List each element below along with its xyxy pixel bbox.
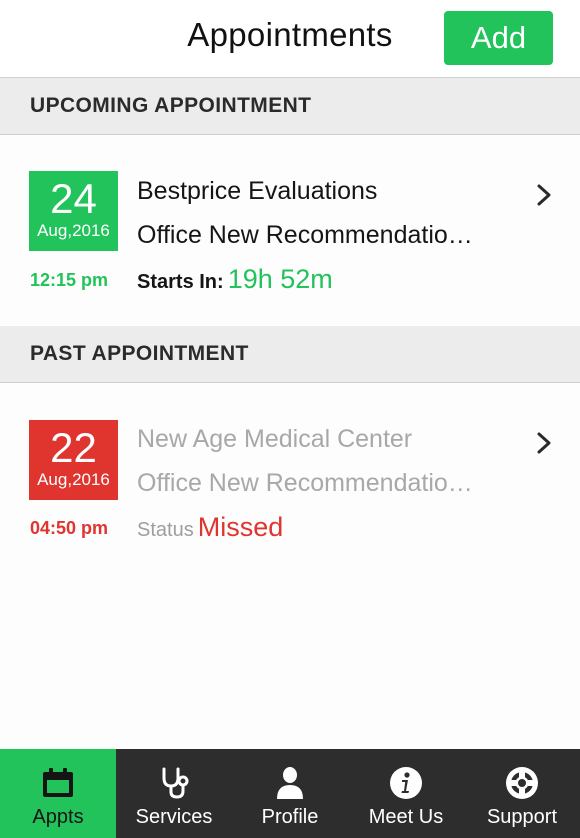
tab-label: Support: [486, 806, 558, 828]
appointment-time: 12:15 pm: [30, 270, 109, 290]
lifebuoy-icon: [505, 765, 539, 801]
tab-support[interactable]: Support: [464, 749, 580, 838]
appointment-provider: New Age Medical Center: [137, 425, 413, 453]
appointment-day: 24: [50, 175, 97, 222]
upcoming-appointment-row[interactable]: 24 Aug,2016 12:15 pm Bestprice Evaluatio…: [0, 135, 580, 326]
calendar-icon: [41, 765, 75, 801]
add-appointment-button[interactable]: Add: [444, 11, 553, 65]
tab-label: Appts: [32, 806, 84, 828]
appointment-countdown: Starts In: 19h 52m: [137, 264, 333, 295]
tab-services[interactable]: Services: [116, 749, 232, 838]
tab-label: Services: [135, 806, 213, 828]
tab-label: Profile: [261, 806, 319, 828]
info-icon: [389, 765, 423, 801]
appointment-date-badge: 22 Aug,2016: [29, 420, 118, 500]
appointment-day: 22: [50, 424, 97, 471]
appointment-date-badge: 24 Aug,2016: [29, 171, 118, 251]
appointment-month-year: Aug,2016: [37, 470, 110, 489]
appointment-description: Office New Recommendatio…: [137, 469, 473, 497]
tab-appts[interactable]: Appts: [0, 749, 116, 838]
person-icon: [276, 765, 304, 801]
appointment-month-year: Aug,2016: [37, 221, 110, 240]
status-value: Missed: [197, 512, 284, 542]
chevron-right-icon: [537, 432, 551, 454]
past-section-header: PAST APPOINTMENT: [0, 326, 580, 383]
appointment-provider: Bestprice Evaluations: [137, 177, 378, 205]
appointment-time: 04:50 pm: [30, 518, 109, 538]
stethoscope-icon: [159, 765, 189, 801]
appointment-status: Status Missed: [137, 512, 283, 543]
tab-profile[interactable]: Profile: [232, 749, 348, 838]
appointment-description: Office New Recommendatio…: [137, 221, 473, 249]
starts-in-value: 19h 52m: [227, 264, 333, 294]
tab-label: Meet Us: [368, 806, 444, 828]
chevron-right-icon: [537, 184, 551, 206]
tab-meet-us[interactable]: Meet Us: [348, 749, 464, 838]
app-header: Appointments Add: [0, 0, 580, 78]
status-label: Status: [137, 519, 194, 541]
bottom-tab-bar: Appts Services Profile Meet Us Support: [0, 749, 580, 838]
past-appointment-row[interactable]: 22 Aug,2016 04:50 pm New Age Medical Cen…: [0, 383, 580, 583]
starts-in-label: Starts In:: [137, 271, 224, 293]
upcoming-section-header: UPCOMING APPOINTMENT: [0, 78, 580, 135]
